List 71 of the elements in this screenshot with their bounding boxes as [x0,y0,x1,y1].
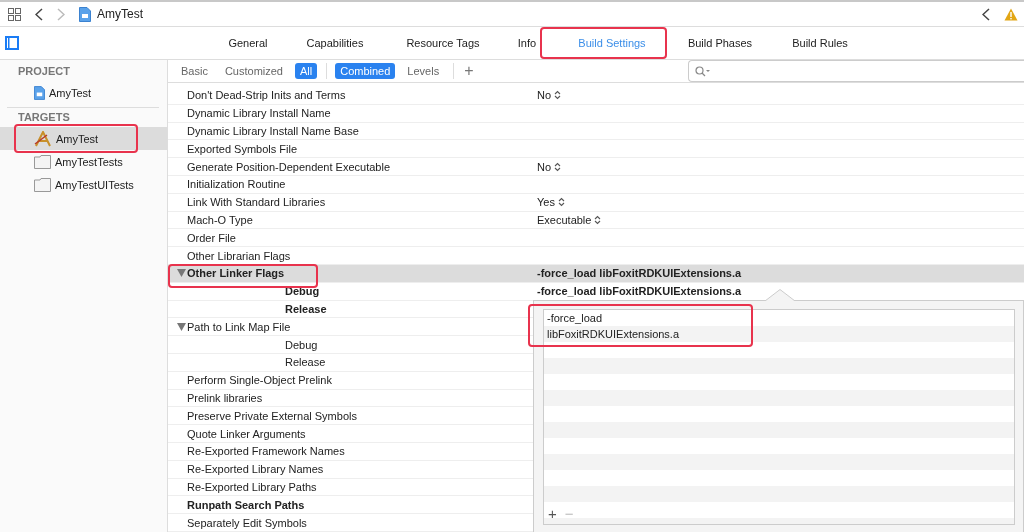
add-button[interactable]: + [464,62,474,81]
setting-name: Release [285,356,326,369]
filter-button[interactable]: Basic [176,63,213,80]
filter-button[interactable]: All [295,63,318,80]
setting-name: Re-Exported Library Paths [187,481,317,493]
filter-button[interactable]: Customized [219,63,288,80]
setting-name: Runpath Search Paths [187,498,305,511]
disclosure-icon[interactable] [177,269,186,278]
setting-row[interactable]: Other Linker Flags -force_load libFoxitRDKUIExtensions.a [168,265,1024,283]
sidebar-item[interactable]: AmyTestUITests [0,173,167,196]
setting-value: Executable [537,214,592,227]
setting-name: Dynamic Library Install Name Base [187,125,359,138]
back-icon[interactable] [35,7,43,21]
setting-name: Order File [187,231,236,244]
add-button[interactable]: + [548,505,557,522]
setting-name: Re-Exported Framework Names [187,445,345,458]
setting-name: Debug [285,338,318,351]
sidebar-toggle-icon[interactable] [5,36,19,50]
tab[interactable]: Build Phases [660,28,780,58]
setting-name: Prelink libraries [187,392,263,404]
setting-name: Don't Dead-Strip Inits and Terms [187,89,346,102]
search-field[interactable] [687,60,1024,83]
tab[interactable]: Capabilities [274,28,396,58]
setting-name: Release [285,303,327,316]
section-header: PROJECT [17,64,71,79]
view-button[interactable]: Levels [402,63,445,80]
setting-value: No [537,160,552,173]
sidebar-item[interactable]: AmyTestTests [0,150,167,173]
tab[interactable]: Build Rules [780,28,860,58]
tab[interactable]: Build Settings [564,28,660,58]
setting-name: Quote Linker Arguments [187,427,306,440]
section-header: TARGETS [17,110,71,125]
setting-value: -force_load libFoxitRDKUIExtensions.a [537,285,742,298]
setting-name: Re-Exported Library Names [187,463,324,476]
folder-icon [34,154,51,169]
tab[interactable]: Info [490,28,564,58]
file-title: AmyTest [97,7,143,21]
back-icon[interactable] [982,7,990,21]
view-button[interactable]: Combined [335,63,396,80]
setting-name: Other Librarian Flags [187,249,291,262]
sidebar-item[interactable]: AmyTest [0,127,167,150]
setting-name: Preserve Private External Symbols [187,409,357,422]
document-icon [34,85,45,100]
stepper-icon[interactable] [557,197,565,208]
flag-item[interactable]: -force_load [544,310,1014,326]
search-icon [694,65,711,77]
setting-name: Mach-O Type [187,214,253,227]
stepper-icon[interactable] [594,215,602,226]
setting-name: Separately Edit Symbols [187,516,307,529]
setting-name: Other Linker Flags [187,267,285,280]
tab[interactable]: General [222,28,274,58]
grid-icon[interactable] [8,7,21,21]
setting-value: Yes [537,196,555,209]
setting-name: Initialization Routine [187,178,286,191]
flag-item[interactable]: libFoxitRDKUIExtensions.a [544,326,1014,342]
sidebar-item[interactable]: AmyTest [0,81,167,104]
app-icon [34,130,52,147]
setting-value: No [537,89,552,102]
tab[interactable]: Resource Tags [396,28,490,58]
setting-name: Link With Standard Libraries [187,196,326,209]
setting-name: Dynamic Library Install Name [187,107,331,120]
disclosure-icon[interactable] [177,322,186,331]
stepper-icon[interactable] [554,161,562,172]
setting-name: Exported Symbols File [187,142,298,155]
document-icon [79,6,91,22]
setting-name: Perform Single-Object Prelink [187,374,332,387]
stepper-icon[interactable] [554,90,562,101]
setting-name: Generate Position-Dependent Executable [187,160,391,173]
setting-name: Path to Link Map File [187,320,291,333]
folder-icon [34,177,51,192]
setting-value: -force_load libFoxitRDKUIExtensions.a [537,267,742,280]
